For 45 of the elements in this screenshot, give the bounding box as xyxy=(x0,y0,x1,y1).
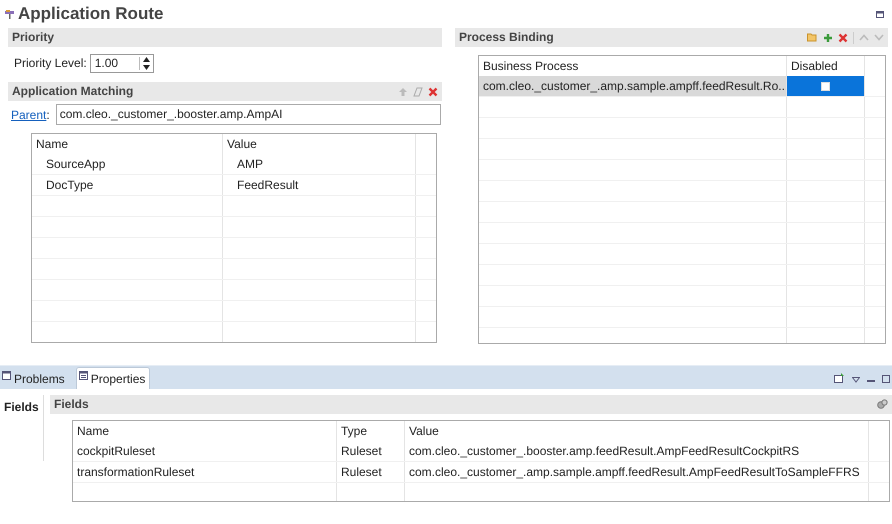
table-cell: com.cleo._customer_.amp.sample.ampff.feedResult.AmpFeedResultToSampleFFRS xyxy=(405,462,869,482)
table-cell: transformationRuleset xyxy=(73,462,337,482)
pin-icon xyxy=(5,9,14,19)
delete-icon[interactable] xyxy=(428,86,438,96)
minimize-icon[interactable] xyxy=(867,380,875,383)
table-cell: com.cleo._customer_.amp.sample.ampff.feedResult.Ro... xyxy=(479,76,787,96)
table-cell: Ruleset xyxy=(337,462,405,482)
section-title: Application Matching xyxy=(12,83,134,100)
spin-down-icon[interactable] xyxy=(142,64,150,70)
column-header: Type xyxy=(337,421,405,441)
table-cell: SourceApp xyxy=(32,154,223,174)
add-icon[interactable] xyxy=(823,32,833,42)
page-title: Application Route xyxy=(18,4,164,24)
section-header: Priority xyxy=(8,28,442,47)
folder-icon[interactable] xyxy=(807,33,818,42)
window-icon xyxy=(2,371,11,380)
table-cell: com.cleo._customer_.booster.amp.feedResult.AmpFeedResultCockpitRS xyxy=(405,441,869,461)
column-header: Name xyxy=(32,134,223,154)
table-cell: FeedResult xyxy=(223,175,416,195)
field-label: Priority Level: xyxy=(14,56,87,70)
section-title: Process Binding xyxy=(459,29,554,46)
column-header: Name xyxy=(73,421,337,441)
maximize-icon[interactable] xyxy=(882,375,890,383)
spin-up-icon[interactable] xyxy=(142,56,150,62)
parent-link[interactable]: Parent xyxy=(11,108,46,122)
priority-spinner[interactable]: 1.00 xyxy=(90,54,154,72)
view-tab[interactable]: Problems xyxy=(0,368,69,389)
view-menu-icon[interactable] xyxy=(852,377,860,383)
column-header: Value xyxy=(223,134,416,154)
new-window-icon[interactable] xyxy=(834,373,845,383)
window-icon xyxy=(78,371,88,380)
colon-label: : xyxy=(46,108,50,122)
section-title: Fields xyxy=(54,396,89,413)
delete-icon[interactable] xyxy=(838,32,848,42)
table-cell: cockpitRuleset xyxy=(73,441,337,461)
table-cell: AMP xyxy=(223,154,416,174)
table-cell: Ruleset xyxy=(337,441,405,461)
table-row[interactable]: com.cleo._customer_.amp.sample.ampff.feedResult.Ro... xyxy=(479,76,885,97)
checkbox[interactable] xyxy=(821,82,830,90)
minimize-icon[interactable] xyxy=(876,10,884,18)
table-cell: DocType xyxy=(32,175,223,195)
parent-field[interactable]: com.cleo._customer_.booster.amp.AmpAI xyxy=(56,104,441,125)
column-header: Value xyxy=(405,421,869,441)
side-tab[interactable]: Fields xyxy=(0,395,44,461)
view-tab[interactable]: Properties xyxy=(76,367,150,389)
